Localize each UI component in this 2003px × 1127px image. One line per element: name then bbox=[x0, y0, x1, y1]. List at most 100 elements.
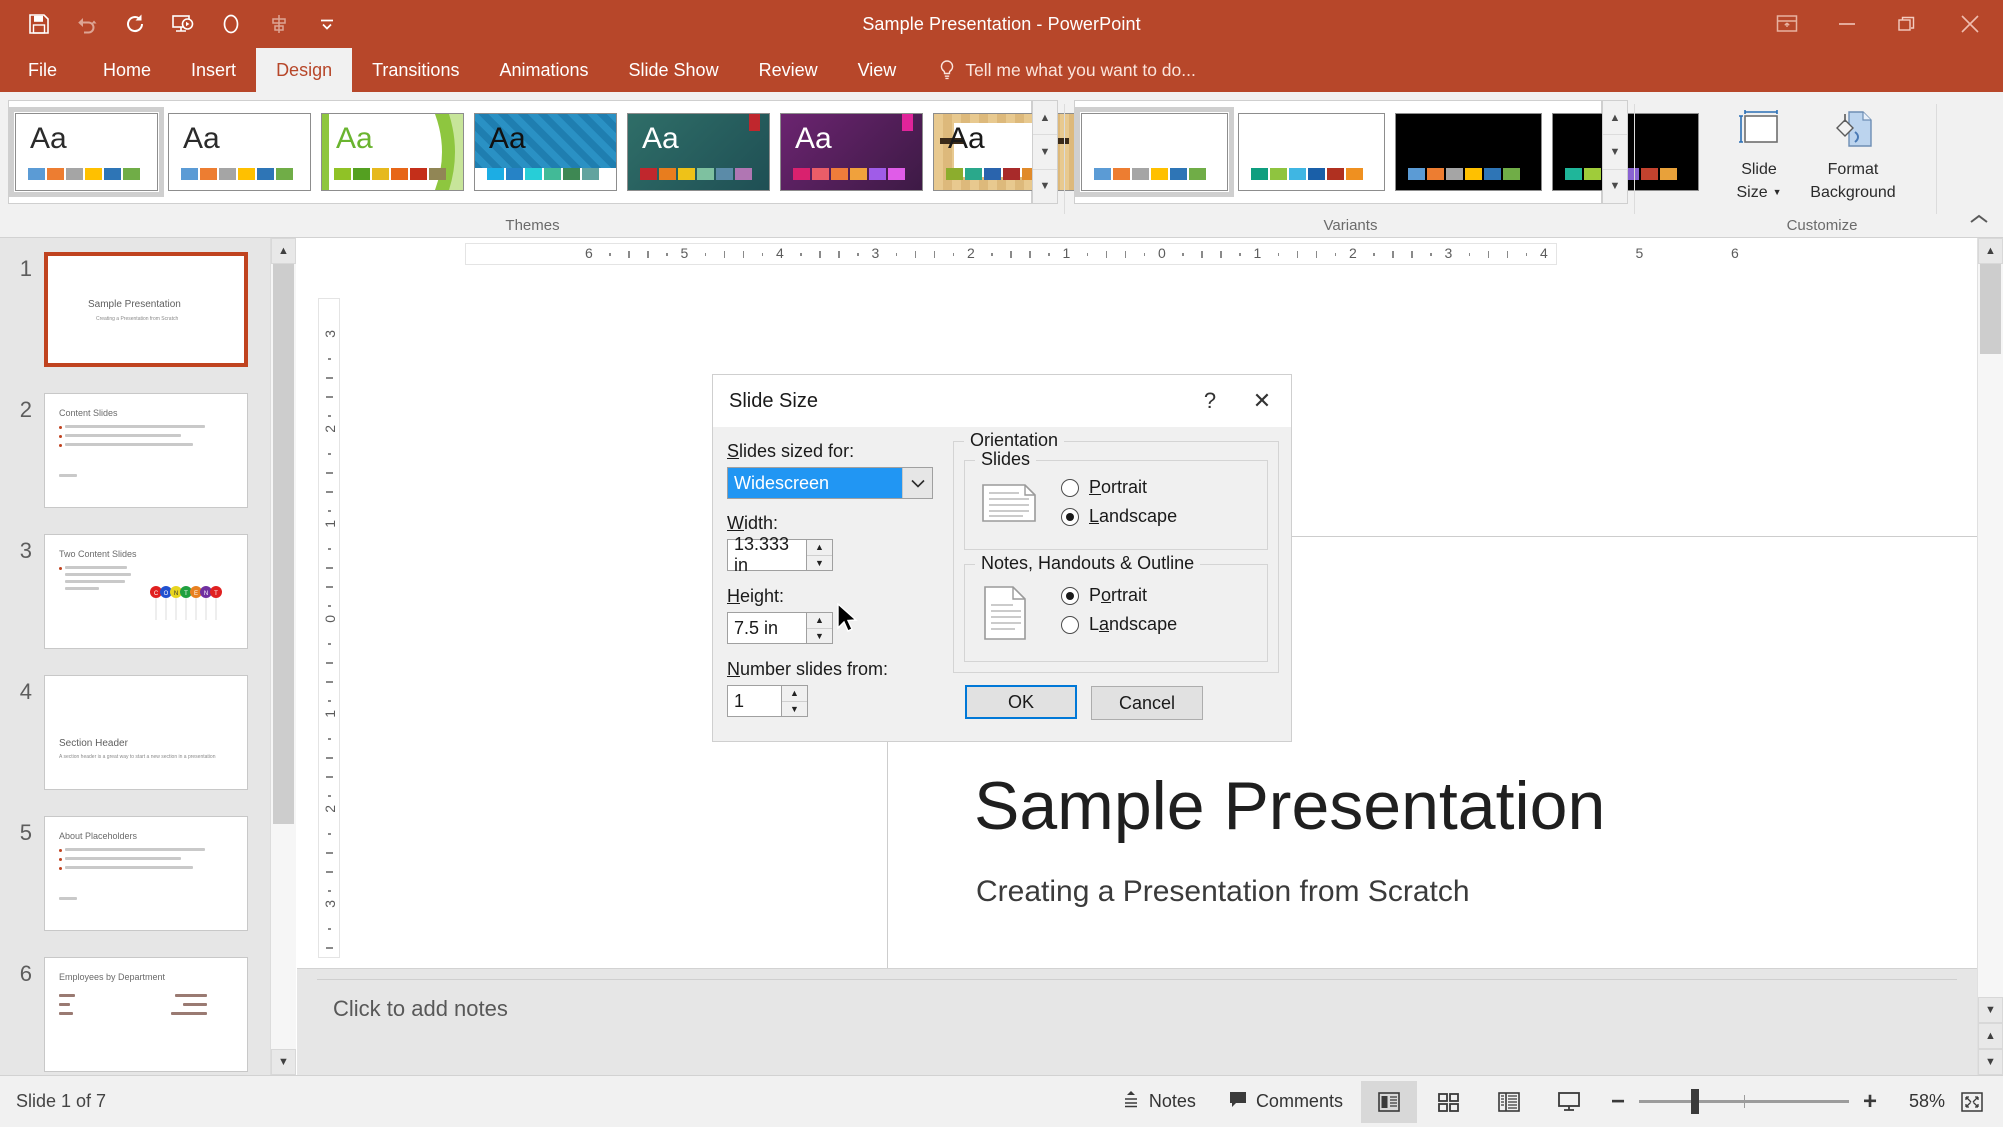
thumbnail-slide-6[interactable]: Employees by Department bbox=[44, 957, 248, 1072]
number-slides-from-stepper[interactable]: 1 ▲ ▼ bbox=[727, 685, 808, 717]
spin-down-icon[interactable]: ▼ bbox=[782, 702, 807, 717]
width-input[interactable]: 13.333 in bbox=[727, 534, 807, 575]
slides-portrait-radio[interactable]: Portrait bbox=[1061, 477, 1147, 498]
shape-icon[interactable] bbox=[214, 7, 248, 41]
more-variants-icon[interactable]: ▼ bbox=[1603, 170, 1627, 203]
theme-tile-office-theme-2[interactable]: Aa bbox=[168, 113, 311, 191]
zoom-slider[interactable] bbox=[1638, 1089, 1849, 1114]
slides-sized-for-combo[interactable]: Widescreen bbox=[727, 467, 933, 499]
chevron-down-icon[interactable] bbox=[902, 468, 932, 498]
variant-tile-variant-3[interactable] bbox=[1395, 113, 1542, 191]
height-spin-buttons[interactable]: ▲ ▼ bbox=[807, 612, 833, 644]
thumbnail-row-5[interactable]: 5 About Placeholders bbox=[0, 816, 270, 931]
tab-design[interactable]: Design bbox=[256, 48, 353, 92]
theme-tile-dividend-theme[interactable]: Aa bbox=[627, 113, 770, 191]
editor-vertical-scrollbar[interactable]: ▲ ▼ ▲ ▼ bbox=[1977, 238, 2003, 1075]
close-icon[interactable] bbox=[1937, 0, 2003, 48]
notes-portrait-radio[interactable]: Portrait bbox=[1061, 585, 1147, 606]
tab-transitions[interactable]: Transitions bbox=[352, 48, 479, 92]
notes-button[interactable]: Notes bbox=[1107, 1082, 1210, 1122]
spin-up-icon[interactable]: ▲ bbox=[807, 540, 832, 556]
restore-icon[interactable] bbox=[1877, 0, 1937, 48]
collapse-ribbon-icon[interactable] bbox=[1967, 212, 1991, 229]
theme-tile-frame-theme[interactable]: Aa bbox=[780, 113, 923, 191]
notes-pane[interactable]: Click to add notes bbox=[297, 968, 1977, 1075]
tell-me-search[interactable]: Tell me what you want to do... bbox=[916, 48, 1210, 92]
scroll-down-icon[interactable]: ▼ bbox=[1033, 135, 1057, 170]
spin-up-icon[interactable]: ▲ bbox=[807, 613, 832, 629]
next-slide-button[interactable]: ▼ bbox=[1978, 1049, 2003, 1075]
align-icon[interactable] bbox=[262, 7, 296, 41]
thumbnail-row-3[interactable]: 3 Two Content Slides C O N T E N T bbox=[0, 534, 270, 649]
radio-circle-icon[interactable] bbox=[1061, 478, 1079, 497]
redo-icon[interactable] bbox=[118, 7, 152, 41]
zoom-out-button[interactable]: − bbox=[1611, 1088, 1625, 1116]
themes-gallery-scroll[interactable]: ▲ ▼ ▼ bbox=[1032, 100, 1058, 204]
thumbnail-row-2[interactable]: 2 Content Slides bbox=[0, 393, 270, 508]
thumbnail-row-1[interactable]: 1 Sample Presentation Creating a Presentat… bbox=[0, 252, 270, 367]
format-background-button[interactable]: Format Background bbox=[1807, 102, 1899, 210]
ok-button[interactable]: OK bbox=[965, 685, 1077, 719]
theme-tile-ion-boardroom-theme[interactable]: Aa bbox=[474, 113, 617, 191]
theme-tile-facet-theme[interactable]: Aa bbox=[321, 113, 464, 191]
thumbnail-slide-2[interactable]: Content Slides bbox=[44, 393, 248, 508]
scroll-down-icon[interactable]: ▼ bbox=[271, 1049, 296, 1075]
thumbnail-row-6[interactable]: 6 Employees by Department bbox=[0, 957, 270, 1072]
theme-tile-office-theme[interactable]: Aa bbox=[9, 107, 164, 197]
spin-down-icon[interactable]: ▼ bbox=[807, 556, 832, 571]
minimize-icon[interactable] bbox=[1817, 0, 1877, 48]
scrollbar-track[interactable] bbox=[1978, 264, 2003, 997]
zoom-level[interactable]: 58% bbox=[1891, 1091, 1945, 1112]
radio-circle-icon[interactable] bbox=[1061, 615, 1079, 634]
start-from-beginning-icon[interactable] bbox=[166, 7, 200, 41]
comments-button[interactable]: Comments bbox=[1214, 1082, 1357, 1122]
thumbnail-slide-4[interactable]: Section Header A section header is a grea… bbox=[44, 675, 248, 790]
zoom-in-button[interactable]: + bbox=[1863, 1088, 1877, 1116]
tab-view[interactable]: View bbox=[838, 48, 917, 92]
thumbnail-scrollbar[interactable]: ▲ ▼ bbox=[270, 238, 296, 1075]
slide-thumbnail-pane[interactable]: 1 Sample Presentation Creating a Presentat… bbox=[0, 238, 296, 1075]
number-slides-from-input[interactable]: 1 bbox=[727, 685, 782, 717]
slide-show-button[interactable] bbox=[1541, 1081, 1597, 1123]
tab-review[interactable]: Review bbox=[739, 48, 838, 92]
tab-file[interactable]: File bbox=[0, 48, 83, 92]
notes-landscape-radio[interactable]: Landscape bbox=[1061, 614, 1177, 635]
variant-tile-variant-2[interactable] bbox=[1238, 113, 1385, 191]
thumbnail-slide-3[interactable]: Two Content Slides C O N T E N T bbox=[44, 534, 248, 649]
number-spin-buttons[interactable]: ▲ ▼ bbox=[782, 685, 808, 717]
help-icon[interactable]: ? bbox=[1187, 375, 1233, 427]
themes-gallery[interactable]: Aa Aa Aa Aa Aa Aa Aa bbox=[8, 100, 1076, 204]
chevron-down-icon[interactable]: ▼ bbox=[1773, 187, 1782, 198]
scroll-down-icon[interactable]: ▼ bbox=[1978, 997, 2003, 1023]
save-icon[interactable] bbox=[22, 7, 56, 41]
normal-view-button[interactable] bbox=[1360, 1080, 1417, 1123]
spin-up-icon[interactable]: ▲ bbox=[782, 686, 807, 702]
thumbnail-slide-5[interactable]: About Placeholders bbox=[44, 816, 248, 931]
tab-slide-show[interactable]: Slide Show bbox=[609, 48, 739, 92]
scroll-up-icon[interactable]: ▲ bbox=[1978, 238, 2003, 264]
previous-slide-button[interactable]: ▲ bbox=[1978, 1023, 2003, 1049]
width-spin-buttons[interactable]: ▲ ▼ bbox=[807, 539, 833, 571]
thumbnail-slide-1[interactable]: Sample Presentation Creating a Presentati… bbox=[44, 252, 248, 367]
width-stepper[interactable]: 13.333 in ▲ ▼ bbox=[727, 534, 833, 575]
zoom-control[interactable]: − + bbox=[1601, 1088, 1887, 1116]
close-icon[interactable]: ✕ bbox=[1239, 375, 1285, 427]
slides-sized-for-value[interactable]: Widescreen bbox=[728, 468, 902, 498]
scroll-down-icon[interactable]: ▼ bbox=[1603, 135, 1627, 170]
scroll-up-icon[interactable]: ▲ bbox=[1603, 101, 1627, 136]
undo-icon[interactable] bbox=[70, 7, 104, 41]
scrollbar-thumb[interactable] bbox=[273, 264, 294, 824]
customize-qat-icon[interactable] bbox=[310, 7, 344, 41]
height-input[interactable]: 7.5 in bbox=[727, 612, 807, 644]
fit-slide-to-window-icon[interactable] bbox=[1949, 1081, 1995, 1123]
tab-insert[interactable]: Insert bbox=[171, 48, 256, 92]
slide-sorter-button[interactable] bbox=[1421, 1081, 1477, 1123]
scrollbar-track[interactable] bbox=[271, 264, 296, 1049]
slide-subtitle-placeholder[interactable]: Creating a Presentation from Scratch bbox=[976, 875, 1956, 909]
spin-down-icon[interactable]: ▼ bbox=[807, 629, 832, 644]
variants-gallery-scroll[interactable]: ▲ ▼ ▼ bbox=[1602, 100, 1628, 204]
height-stepper[interactable]: 7.5 in ▲ ▼ bbox=[727, 612, 833, 644]
slide-size-dialog[interactable]: Slide Size ? ✕ Slides sized for: Widescr… bbox=[712, 374, 1292, 742]
thumbnail-row-4[interactable]: 4 Section Header A section header is a gre… bbox=[0, 675, 270, 790]
tab-animations[interactable]: Animations bbox=[479, 48, 608, 92]
